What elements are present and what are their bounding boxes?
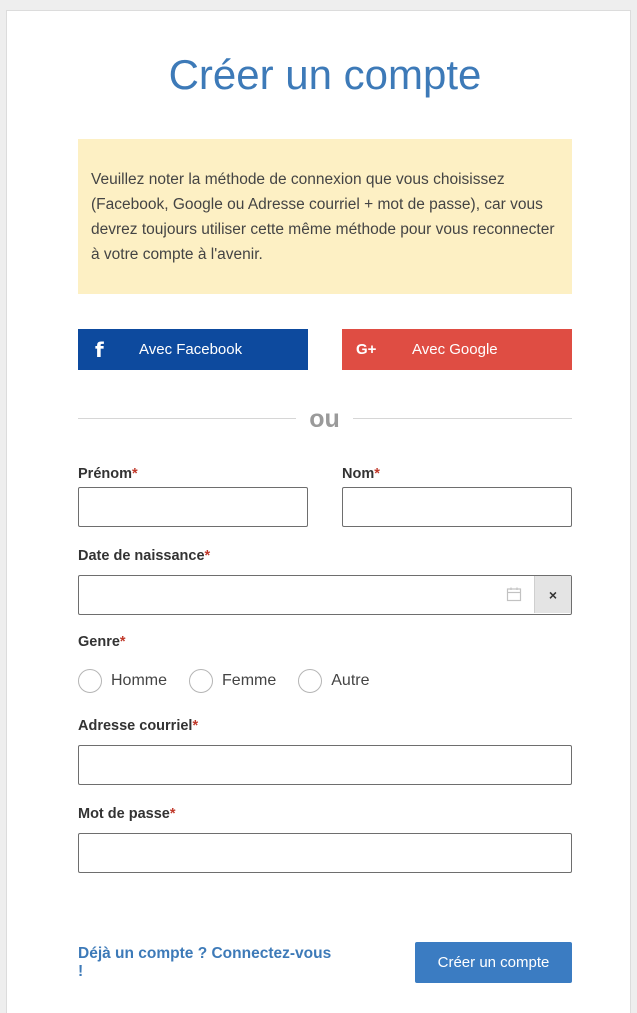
gender-option-femme[interactable]: Femme	[189, 668, 277, 693]
gender-label: Genre*	[78, 634, 126, 650]
radio-label: Homme	[111, 671, 168, 689]
create-account-button[interactable]: Créer un compte	[415, 942, 572, 983]
radio-label: Femme	[222, 671, 277, 689]
login-method-notice: Veuillez noter la méthode de connexion q…	[78, 139, 572, 294]
create-account-label: Créer un compte	[437, 954, 550, 971]
login-link[interactable]: Déjà un compte ? Connectez-vous !	[78, 945, 333, 981]
radio-label: Autre	[331, 671, 370, 689]
gender-radio-group: Homme Femme Autre	[78, 667, 392, 694]
page-title: Créer un compte	[168, 51, 482, 98]
password-label: Mot de passe*	[78, 806, 176, 822]
required-marker: *	[132, 466, 138, 482]
required-marker: *	[374, 466, 380, 482]
facebook-icon: f	[95, 337, 104, 362]
email-label: Adresse courriel*	[78, 718, 199, 734]
required-marker: *	[119, 634, 126, 650]
divider-or: ou	[309, 405, 340, 433]
divider-line-right	[353, 418, 572, 419]
email-input[interactable]	[78, 745, 572, 785]
first-name-input[interactable]	[78, 487, 308, 527]
calendar-icon[interactable]	[506, 586, 522, 602]
first-name-label: Prénom*	[78, 466, 138, 482]
password-input[interactable]	[78, 833, 572, 873]
gender-option-homme[interactable]: Homme	[78, 668, 168, 693]
required-marker: *	[204, 548, 211, 564]
google-button-label: Avec Google	[412, 341, 498, 358]
facebook-login-button[interactable]: f Avec Facebook	[78, 329, 308, 370]
last-name-input[interactable]	[342, 487, 572, 527]
required-marker: *	[169, 806, 176, 822]
birth-date-input[interactable]	[79, 576, 519, 613]
radio-button[interactable]	[78, 668, 102, 693]
notice-text: Veuillez noter la méthode de connexion q…	[91, 171, 555, 263]
last-name-label: Nom*	[342, 466, 380, 482]
facebook-button-label: Avec Facebook	[139, 341, 243, 358]
clear-date-button[interactable]: ×	[534, 576, 571, 613]
google-plus-icon: G+	[356, 341, 377, 358]
birth-date-label: Date de naissance*	[78, 548, 211, 564]
required-marker: *	[192, 718, 199, 734]
birth-date-field: ×	[78, 575, 572, 615]
google-login-button[interactable]: G+ Avec Google	[342, 329, 572, 370]
radio-button[interactable]	[189, 668, 214, 693]
radio-button[interactable]	[298, 668, 323, 693]
gender-option-autre[interactable]: Autre	[298, 668, 370, 693]
divider-line-left	[78, 418, 296, 419]
close-icon: ×	[548, 586, 558, 603]
